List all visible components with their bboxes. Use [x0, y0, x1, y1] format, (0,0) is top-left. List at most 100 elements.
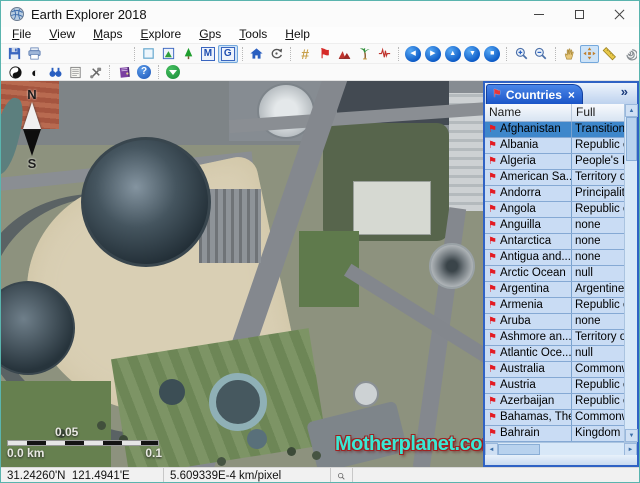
table-row[interactable]: ⚑ Australia Commonwe: [485, 362, 624, 378]
country-name: Ashmore an...: [500, 330, 572, 345]
stop-button[interactable]: ■: [482, 45, 502, 63]
scroll-up-button[interactable]: ▲: [625, 104, 638, 117]
table-row[interactable]: ⚑ Atlantic Oce... null: [485, 346, 624, 362]
table-row[interactable]: ⚑ Afghanistan Transitional: [485, 122, 624, 138]
ruler-button[interactable]: [599, 45, 619, 63]
zoom-in-button[interactable]: [511, 45, 531, 63]
table-row[interactable]: ⚑ Algeria People's De: [485, 154, 624, 170]
close-button[interactable]: [599, 1, 639, 27]
print-icon: [27, 46, 42, 61]
horizontal-scrollbar-thumb[interactable]: [498, 444, 540, 455]
vertical-scrollbar[interactable]: ▲ ▼: [624, 104, 637, 442]
table-row[interactable]: ⚑ Angola Republic of: [485, 202, 624, 218]
rotate-view-button[interactable]: [266, 45, 286, 63]
map-mode-m-button[interactable]: M: [198, 45, 218, 63]
table-row[interactable]: ⚑ Austria Republic of: [485, 378, 624, 394]
help-button[interactable]: ?: [134, 63, 154, 81]
home-button[interactable]: [247, 45, 267, 63]
download-button[interactable]: [163, 63, 183, 81]
tab-close-icon[interactable]: ×: [568, 88, 575, 102]
pan-up-button[interactable]: ▲: [443, 45, 463, 63]
contrast-button[interactable]: ◐: [25, 63, 45, 81]
table-row[interactable]: ⚑ Bahamas, The Commonwe: [485, 410, 624, 426]
save-button[interactable]: [5, 45, 25, 63]
country-name: Antarctica: [500, 234, 551, 249]
tab-countries[interactable]: ⚑ Countries ×: [486, 84, 583, 104]
pan-right-button[interactable]: ▶: [423, 45, 443, 63]
minimize-button[interactable]: [519, 1, 559, 27]
pan-down-button[interactable]: ▼: [463, 45, 483, 63]
move-tool-button[interactable]: [580, 45, 600, 63]
vertical-scrollbar-track[interactable]: [625, 117, 637, 429]
table-row[interactable]: ⚑ Argentina Argentine R: [485, 282, 624, 298]
app-globe-icon: [9, 6, 25, 22]
notepad-button[interactable]: [65, 63, 85, 81]
terrain-button[interactable]: [335, 45, 355, 63]
zoom-out-icon: [533, 46, 548, 61]
menu-explore[interactable]: Explore: [132, 27, 191, 43]
grid-button[interactable]: #: [295, 45, 315, 63]
image-layer-button[interactable]: [158, 45, 178, 63]
column-header-fullname[interactable]: Full Name: [572, 104, 624, 121]
zoom-out-button[interactable]: [531, 45, 551, 63]
contrast-icon: ◐: [31, 66, 39, 79]
menu-maps[interactable]: Maps: [84, 27, 131, 43]
status-coordinates: 31.24260'N 121.4941'E: [1, 468, 164, 483]
print-button[interactable]: [25, 45, 45, 63]
status-zoom-button[interactable]: [331, 468, 353, 483]
panel-tab-bar: ⚑ Countries × »: [485, 83, 637, 104]
table-row[interactable]: ⚑ Azerbaijan Republic of: [485, 394, 624, 410]
menu-tools[interactable]: Tools: [230, 27, 276, 43]
hand-icon: [562, 46, 577, 61]
table-row[interactable]: ⚑ Andorra Principality: [485, 186, 624, 202]
map-mode-g-button[interactable]: G: [218, 45, 238, 63]
terrain-icon: [337, 46, 352, 61]
menu-gps[interactable]: Gps: [190, 27, 230, 43]
table-row[interactable]: ⚑ Aruba none: [485, 314, 624, 330]
horizontal-scrollbar[interactable]: ◄ ►: [485, 442, 637, 455]
table-row[interactable]: ⚑ Antarctica none: [485, 234, 624, 250]
vertical-scrollbar-thumb[interactable]: [626, 117, 637, 161]
table-row[interactable]: ⚑ Albania Republic of: [485, 138, 624, 154]
pan-hand-button[interactable]: [560, 45, 580, 63]
menu-view[interactable]: View: [40, 27, 84, 43]
grid-icon: #: [301, 47, 309, 61]
panel-overflow-button[interactable]: »: [621, 84, 628, 99]
country-flag-icon: ⚑: [488, 205, 497, 215]
horizontal-scrollbar-track[interactable]: [498, 443, 624, 455]
country-flag-icon: ⚑: [488, 365, 497, 375]
table-row[interactable]: ⚑ Bahrain Kingdom of: [485, 426, 624, 442]
tools-button[interactable]: [85, 63, 105, 81]
placemark-flag-button[interactable]: ⚑: [315, 45, 335, 63]
menu-help[interactable]: Help: [276, 27, 319, 43]
app-window: Earth Explorer 2018 File View Maps Explo…: [0, 0, 640, 483]
table-row[interactable]: ⚑ Armenia Republic of: [485, 298, 624, 314]
find-button[interactable]: [45, 63, 65, 81]
table-row[interactable]: ⚑ Anguilla none: [485, 218, 624, 234]
map-view[interactable]: N S 0.05 0.0 km 0.1 Motherplanet.com: [1, 81, 483, 467]
table-row[interactable]: ⚑ Antigua and... none: [485, 250, 624, 266]
table-row[interactable]: ⚑ American Sa... Territory of: [485, 170, 624, 186]
ruler-icon: [602, 46, 617, 61]
spiral-button[interactable]: [619, 45, 639, 63]
menu-file[interactable]: File: [3, 27, 40, 43]
map-pond: [247, 429, 267, 449]
pan-left-button[interactable]: ◀: [403, 45, 423, 63]
book-button[interactable]: [114, 63, 134, 81]
seismic-button[interactable]: [374, 45, 394, 63]
yin-yang-button[interactable]: [5, 63, 25, 81]
scroll-down-button[interactable]: ▼: [625, 429, 638, 442]
vegetation-button[interactable]: [178, 45, 198, 63]
panel-footer: [485, 455, 637, 465]
scale-left-label: 0.0 km: [7, 446, 44, 460]
palm-tree-button[interactable]: [355, 45, 375, 63]
table-row[interactable]: ⚑ Ashmore an... Territory of: [485, 330, 624, 346]
column-header-name[interactable]: Name: [485, 104, 572, 121]
select-rectangle-button[interactable]: [139, 45, 159, 63]
table-row[interactable]: ⚑ Arctic Ocean null: [485, 266, 624, 282]
country-name: Armenia: [500, 298, 543, 313]
country-name: Arctic Ocean: [500, 266, 566, 281]
country-flag-icon: ⚑: [488, 141, 497, 151]
maximize-button[interactable]: [559, 1, 599, 27]
country-flag-icon: ⚑: [488, 189, 497, 199]
